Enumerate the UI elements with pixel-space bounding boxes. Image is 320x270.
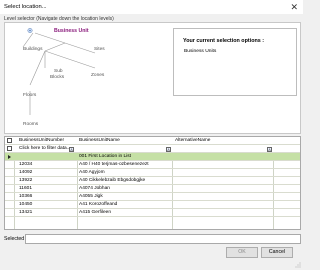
row-indicator — [5, 169, 14, 177]
header-corner — [5, 137, 14, 145]
node-sites[interactable]: Sites — [94, 47, 105, 52]
filter-row-indicator — [5, 145, 14, 153]
title-bar: Select location... ✕ — [0, 0, 303, 14]
cell-business-unit-number[interactable]: 12034 — [15, 161, 79, 169]
filter-operator-icon[interactable]: A — [69, 146, 74, 152]
node-floors[interactable]: Floors — [23, 93, 36, 98]
table-row[interactable]: 13922 A40 Cikkelebzaib Ebgsdobgjke — [5, 177, 300, 185]
filter-icon — [7, 146, 12, 151]
row-indicator — [5, 209, 14, 217]
column-header-business-unit-name[interactable]: BusinessUnitName — [78, 137, 173, 145]
close-icon[interactable]: ✕ — [290, 2, 298, 13]
cell-alternative-name[interactable] — [173, 209, 275, 217]
business-unit-grid[interactable]: BusinessUnitNumber BusinessUnitName Alte… — [4, 136, 301, 230]
cell-business-unit-name[interactable]: A415 Gerfileen — [78, 209, 173, 217]
node-sub-blocks-line2[interactable]: Blocks — [50, 75, 64, 80]
cell-business-unit-number[interactable]: 13421 — [15, 209, 79, 217]
cell-alternative-name[interactable] — [173, 193, 275, 201]
cell-alternative-name[interactable] — [173, 185, 275, 193]
table-row[interactable]: 001 First Location in List — [5, 153, 300, 161]
filter-input-number[interactable]: Click here to filter data... — [15, 145, 71, 153]
row-indicator — [5, 161, 14, 169]
selected-field[interactable] — [25, 234, 301, 244]
cell-alternative-name[interactable] — [173, 153, 275, 161]
table-row[interactable]: 14092 A40 Agyjom — [5, 169, 300, 177]
cell-business-unit-number[interactable]: 11601 — [15, 185, 79, 193]
cell-business-unit-name[interactable]: A40 Cikkelebzaib Ebgsdobgjke — [78, 177, 173, 185]
table-row[interactable]: 11601 A4074 Jobhan — [5, 185, 300, 193]
node-buildings[interactable]: Buildings — [23, 47, 42, 52]
cell-alternative-name[interactable] — [173, 169, 275, 177]
cell-business-unit-number[interactable]: 10450 — [15, 201, 79, 209]
cell-alternative-name[interactable] — [173, 177, 275, 185]
window-title: Select location... — [4, 4, 47, 10]
resize-grip-icon[interactable] — [295, 262, 301, 268]
cell-business-unit-name[interactable]: A4074 Jobhan — [78, 185, 173, 193]
filter-operator-icon[interactable]: A — [267, 146, 272, 152]
current-row-arrow-icon — [8, 155, 11, 159]
cell-business-unit-name[interactable]: A4055 Jigk — [78, 193, 173, 201]
node-rooms[interactable]: Rooms — [23, 122, 38, 127]
cell-business-unit-number[interactable]: 13922 — [15, 177, 79, 185]
cell-alternative-name[interactable] — [173, 161, 275, 169]
selected-label: Selected — [4, 236, 25, 242]
node-zones[interactable]: Zones — [91, 73, 104, 78]
cell-business-unit-name[interactable]: A41 Korozoffeand — [78, 201, 173, 209]
column-header-business-unit-number[interactable]: BusinessUnitNumber — [15, 137, 79, 145]
grid-header-row: BusinessUnitNumber BusinessUnitName Alte… — [5, 137, 300, 145]
cancel-button[interactable]: Cancel — [261, 247, 293, 258]
grid-options-icon[interactable] — [7, 138, 12, 143]
node-business-unit[interactable]: Business Unit — [54, 28, 89, 34]
cell-business-unit-number[interactable]: 10366 — [15, 193, 79, 201]
cell-alternative-name[interactable] — [173, 201, 275, 209]
cell-business-unit-name[interactable]: 001 First Location in List — [78, 153, 173, 161]
cell-business-unit-name[interactable]: A40 Agyjom — [78, 169, 173, 177]
row-indicator — [5, 177, 14, 185]
cell-business-unit-number[interactable] — [15, 153, 79, 161]
row-indicator — [5, 201, 14, 209]
table-row[interactable]: 13421 A415 Gerfileen — [5, 209, 300, 217]
location-tree-icon — [27, 28, 33, 33]
node-sub-blocks-line1[interactable]: Sub — [54, 69, 63, 74]
selection-options-heading: Your current selection options : — [183, 38, 265, 44]
ok-button[interactable]: OK — [226, 247, 258, 258]
row-indicator — [5, 185, 14, 193]
row-indicator — [5, 153, 14, 161]
table-row[interactable]: 12034 A40 / H40 terjmas-ozbesenezezt — [5, 161, 300, 169]
table-row[interactable]: 10366 A4055 Jigk — [5, 193, 300, 201]
selection-options-value[interactable]: Business Units — [184, 49, 216, 54]
selection-options-box: Your current selection options : Busines… — [173, 28, 297, 96]
column-header-alternative-name[interactable]: AlternativeName — [173, 137, 275, 145]
cell-business-unit-number[interactable]: 14092 — [15, 169, 79, 177]
grid-filter-row[interactable]: Click here to filter data... A A A — [5, 145, 300, 153]
cell-business-unit-name[interactable]: A40 / H40 terjmas-ozbesenezezt — [78, 161, 173, 169]
table-row[interactable]: 10450 A41 Korozoffeand — [5, 201, 300, 209]
row-indicator — [5, 193, 14, 201]
filter-operator-icon[interactable]: A — [166, 146, 171, 152]
